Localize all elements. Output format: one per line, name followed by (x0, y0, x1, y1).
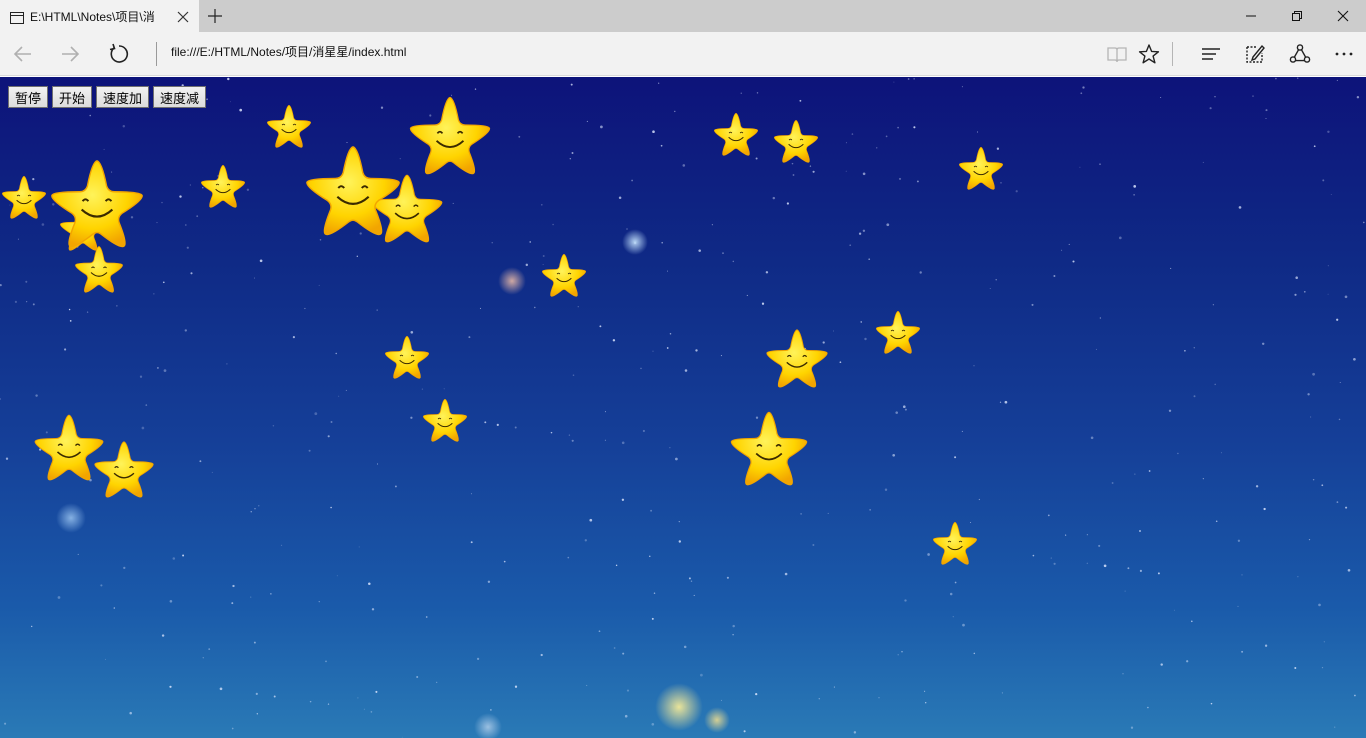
nebula-glow (622, 229, 648, 255)
smiley-star[interactable] (74, 245, 124, 293)
forward-button[interactable] (56, 40, 84, 68)
restore-button[interactable] (1274, 0, 1320, 32)
nebula-glow (56, 503, 86, 533)
restore-icon (1292, 11, 1302, 21)
close-window-button[interactable] (1320, 0, 1366, 32)
smiley-star[interactable] (384, 335, 430, 379)
address-bar[interactable]: file:///E:/HTML/Notes/项目/消星星/index.html (171, 43, 1071, 63)
arrow-left-icon (13, 46, 31, 62)
page-icon (10, 9, 24, 24)
plus-icon[interactable] (207, 8, 223, 24)
smiley-star[interactable] (422, 398, 468, 442)
smiley-star[interactable] (304, 144, 402, 236)
page-content: 暂停 开始 速度加 速度减 (0, 77, 1366, 738)
start-button[interactable]: 开始 (52, 86, 93, 108)
minimize-icon (1246, 15, 1256, 17)
share-button[interactable] (1286, 40, 1314, 68)
star-outline-icon (1138, 44, 1160, 64)
tab-bar: E:\HTML\Notes\项目\消 (0, 0, 1366, 32)
smiley-star[interactable] (1, 175, 47, 219)
tab-title: E:\HTML\Notes\项目\消 (30, 10, 155, 24)
nebula-glow (498, 267, 526, 295)
minimize-button[interactable] (1228, 0, 1274, 32)
reading-view-button[interactable] (1103, 40, 1131, 68)
hub-button[interactable] (1197, 40, 1225, 68)
favorite-button[interactable] (1135, 40, 1163, 68)
close-tab-icon[interactable] (176, 9, 190, 23)
smiley-star[interactable] (541, 253, 587, 297)
smiley-star[interactable] (93, 440, 155, 498)
smiley-star[interactable] (773, 119, 819, 163)
speed-down-button[interactable]: 速度减 (153, 86, 207, 108)
arrow-right-icon (62, 46, 80, 62)
toolbar-separator (1172, 42, 1173, 66)
smiley-star[interactable] (765, 328, 829, 388)
close-icon (1337, 10, 1349, 22)
browser-tab[interactable]: E:\HTML\Notes\项目\消 (0, 0, 199, 32)
refresh-button[interactable] (104, 40, 132, 68)
pause-button[interactable]: 暂停 (8, 86, 49, 108)
navigation-bar: file:///E:/HTML/Notes/项目/消星星/index.html (0, 32, 1366, 76)
smiley-star[interactable] (729, 410, 809, 486)
game-controls: 暂停 开始 速度加 速度减 (8, 86, 207, 108)
horizon-glow (655, 683, 703, 731)
pen-note-icon (1246, 44, 1265, 63)
hub-lines-icon (1202, 48, 1220, 60)
web-note-button[interactable] (1241, 40, 1269, 68)
speed-up-button[interactable]: 速度加 (96, 86, 150, 108)
more-button[interactable] (1330, 40, 1358, 68)
smiley-star[interactable] (932, 521, 978, 565)
horizon-glow (704, 707, 730, 733)
smiley-star[interactable] (958, 146, 1004, 190)
smiley-star[interactable] (200, 164, 246, 208)
more-dots-icon (1335, 52, 1353, 56)
smiley-star[interactable] (713, 112, 759, 156)
share-icon (1289, 44, 1311, 63)
smiley-star[interactable] (49, 158, 145, 248)
smiley-star[interactable] (875, 310, 921, 354)
refresh-icon (109, 43, 129, 63)
book-icon (1107, 47, 1127, 63)
smiley-star[interactable] (266, 104, 312, 148)
back-button[interactable] (9, 40, 37, 68)
horizon-glow (474, 713, 502, 738)
smiley-star[interactable] (408, 95, 492, 175)
address-separator (156, 42, 157, 66)
